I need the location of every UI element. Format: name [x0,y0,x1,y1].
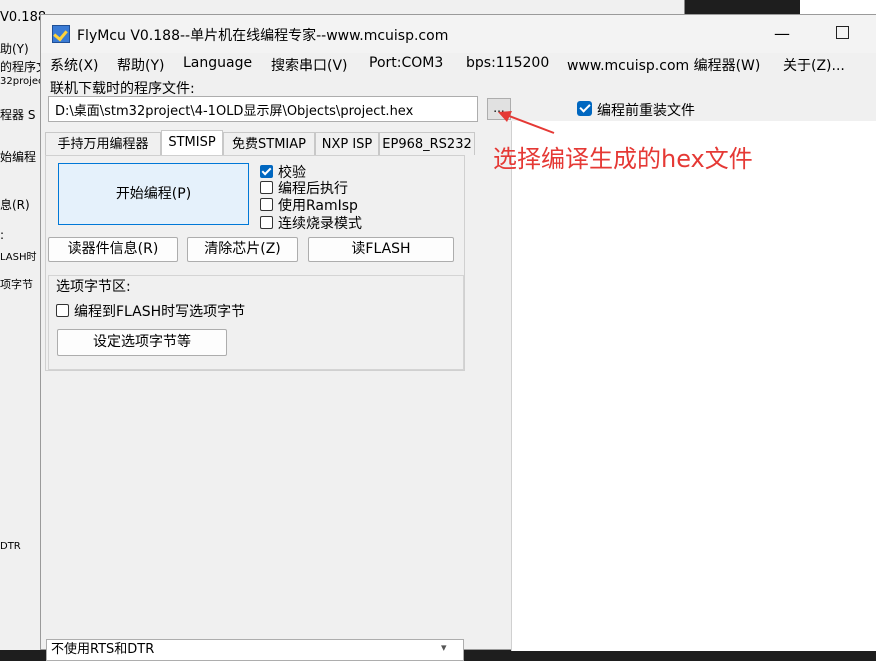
tab-ep968-rs232[interactable]: EP968_RS232 [379,132,475,155]
flymcu-window: FlyMcu V0.188--单片机在线编程专家--www.mcuisp.com… [40,14,876,661]
read-flash-button[interactable]: 读FLASH [308,237,454,262]
menu-programmer[interactable]: www.mcuisp.com 编程器(W) [567,55,760,75]
start-programming-button[interactable]: 开始编程(P) [58,163,249,225]
tab-stmisp[interactable]: STMISP [161,130,223,155]
background-window-edge [800,0,876,14]
menu-bar: 系统(X) 帮助(Y) Language 搜索串口(V) Port:COM3 b… [41,53,876,75]
use-ramisp-checkbox[interactable] [260,198,273,211]
background-text: 项字节 [0,278,33,291]
tab-stmiap[interactable]: 免费STMIAP [223,132,315,155]
rts-dtr-select[interactable]: 不使用RTS和DTR [46,639,464,661]
read-device-info-button[interactable]: 读器件信息(R) [48,237,178,262]
background-text: 始编程 [0,150,37,164]
background-text: 息(R) [0,198,30,212]
tab-nxp-isp[interactable]: NXP ISP [315,132,379,155]
background-text: DTR [0,541,21,552]
program-file-path-input[interactable] [48,96,478,122]
menu-search-port[interactable]: 搜索串口(V) [271,55,348,75]
program-file-label: 联机下载时的程序文件: [50,81,195,97]
verify-checkbox[interactable] [260,165,273,178]
set-option-bytes-button[interactable]: 设定选项字节等 [57,329,227,356]
background-text: : [0,228,5,242]
background-text: LASH时 [0,252,37,263]
run-after-program-checkbox[interactable] [260,181,273,194]
erase-chip-button[interactable]: 清除芯片(Z) [187,237,298,262]
log-output-area[interactable] [511,121,876,651]
menu-system[interactable]: 系统(X) [50,55,99,75]
app-icon [52,25,70,43]
annotation-text: 选择编译生成的hex文件 [493,145,753,173]
background-text: 助(Y) [0,42,29,56]
maximize-button[interactable] [836,26,849,39]
use-ramisp-label: 使用RamIsp [278,198,358,214]
reload-before-program-checkbox[interactable] [577,101,592,116]
title-bar[interactable]: FlyMcu V0.188--单片机在线编程专家--www.mcuisp.com… [41,15,876,53]
option-bytes-title: 选项字节区: [56,279,131,295]
window-title: FlyMcu V0.188--单片机在线编程专家--www.mcuisp.com [77,28,449,44]
write-option-bytes-label: 编程到FLASH时写选项字节 [74,304,246,320]
menu-port[interactable]: Port:COM3 [369,55,443,71]
continuous-burn-label: 连续烧录模式 [278,216,362,232]
background-text: 32projec [0,76,44,87]
menu-about[interactable]: 关于(Z)... [783,55,845,75]
tab-handheld-programmer[interactable]: 手持万用编程器 [45,132,161,155]
write-option-bytes-checkbox[interactable] [56,304,69,317]
reload-before-program-label: 编程前重装文件 [597,103,695,119]
menu-help[interactable]: 帮助(Y) [117,55,164,75]
menu-language[interactable]: Language [183,55,252,71]
menu-bps[interactable]: bps:115200 [466,55,549,71]
minimize-button[interactable]: — [772,24,792,44]
chevron-down-icon: ▾ [441,641,447,654]
background-text: 程器 S [0,108,36,122]
continuous-burn-checkbox[interactable] [260,216,273,229]
